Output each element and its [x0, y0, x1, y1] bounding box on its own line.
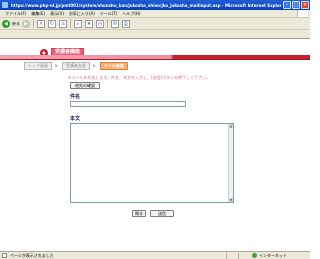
status-separator	[238, 253, 239, 259]
window-title: https://www.php-nl.jp/pmt001/system/shon…	[11, 2, 281, 8]
internet-zone-icon	[252, 253, 257, 258]
toolbar-separator	[70, 19, 71, 28]
page-content: ● 受講者機能 トップ画面 ▶ 受講者支援 ▶ メール送信 ※メールを作成します…	[0, 39, 310, 251]
subject-label: 件名	[70, 94, 81, 100]
favorites-icon[interactable]: ★	[85, 19, 93, 28]
menu-edit[interactable]: 編集(E)	[31, 11, 45, 17]
status-bar: ページが表示されました インターネット	[0, 251, 310, 259]
print-icon[interactable]: ⎙	[122, 19, 130, 28]
chevron-right-icon: ▶	[92, 63, 97, 69]
body-label: 本文	[70, 116, 81, 122]
home-icon[interactable]: ⌂	[59, 19, 67, 28]
chevron-right-icon: ▶	[55, 63, 59, 69]
back-label[interactable]: 戻る	[12, 21, 20, 27]
scroll-down-icon[interactable]: ▼	[229, 198, 233, 202]
instruction-text: ※メールを作成します。件名、本文を入力し、[送信]ボタンを押下して下さい。	[68, 75, 210, 80]
close-button[interactable]: 閉る	[132, 210, 146, 217]
status-separator	[226, 253, 227, 259]
page-done-icon	[2, 253, 7, 258]
send-button[interactable]: 送信	[150, 210, 174, 217]
body-textarea[interactable]	[70, 123, 234, 203]
menu-favorites[interactable]: お気に入り(A)	[69, 11, 95, 17]
forward-arrow-icon[interactable]: ▶	[22, 19, 30, 28]
windows-logo-icon	[297, 10, 308, 17]
security-zone-label: インターネット	[259, 253, 287, 258]
window-controls: – □ ×	[283, 1, 309, 9]
header-stripe-line	[0, 59, 310, 60]
window-titlebar: https://www.php-nl.jp/pmt001/system/shon…	[0, 0, 310, 10]
refresh-icon[interactable]: ↻	[48, 19, 56, 28]
toolbar-separator	[107, 19, 108, 28]
history-icon[interactable]: ◷	[96, 19, 104, 28]
breadcrumb: トップ画面 ▶ 受講者支援 ▶ メール送信	[24, 62, 128, 70]
address-bar-area	[0, 30, 310, 39]
body-scrollbar[interactable]: ▲ ▼	[228, 124, 233, 202]
subject-input[interactable]	[70, 101, 186, 107]
search-icon[interactable]: ⌕	[74, 19, 82, 28]
close-icon[interactable]: ×	[301, 1, 309, 9]
menu-view[interactable]: 表示(V)	[50, 11, 64, 17]
stop-icon[interactable]: ×	[37, 19, 45, 28]
menu-file[interactable]: ファイル(F)	[5, 11, 26, 17]
status-text: ページが表示されました	[10, 252, 54, 258]
mail-icon[interactable]: ✉	[111, 19, 119, 28]
minimize-icon[interactable]: –	[283, 1, 291, 9]
menu-help[interactable]: ヘルプ(H)	[122, 11, 140, 17]
breadcrumb-top[interactable]: トップ画面	[24, 62, 52, 70]
toolbar-separator	[33, 19, 34, 28]
menu-bar: ファイル(F) 編集(E) 表示(V) お気に入り(A) ツール(T) ヘルプ(…	[0, 10, 310, 18]
back-arrow-icon[interactable]: ◀	[2, 19, 10, 28]
maximize-icon[interactable]: □	[292, 1, 300, 9]
breadcrumb-mail-send: メール送信	[99, 62, 128, 70]
browser-toolbar: ◀ 戻る ▶ × ↻ ⌂ ⌕ ★ ◷ ✉ ⎙	[0, 18, 310, 30]
menu-tools[interactable]: ツール(T)	[100, 11, 118, 17]
breadcrumb-support[interactable]: 受講者支援	[61, 62, 90, 70]
scroll-up-icon[interactable]: ▲	[229, 124, 233, 128]
ie-icon	[2, 2, 8, 8]
check-recipient-button[interactable]: 宛先の確認	[70, 82, 100, 89]
